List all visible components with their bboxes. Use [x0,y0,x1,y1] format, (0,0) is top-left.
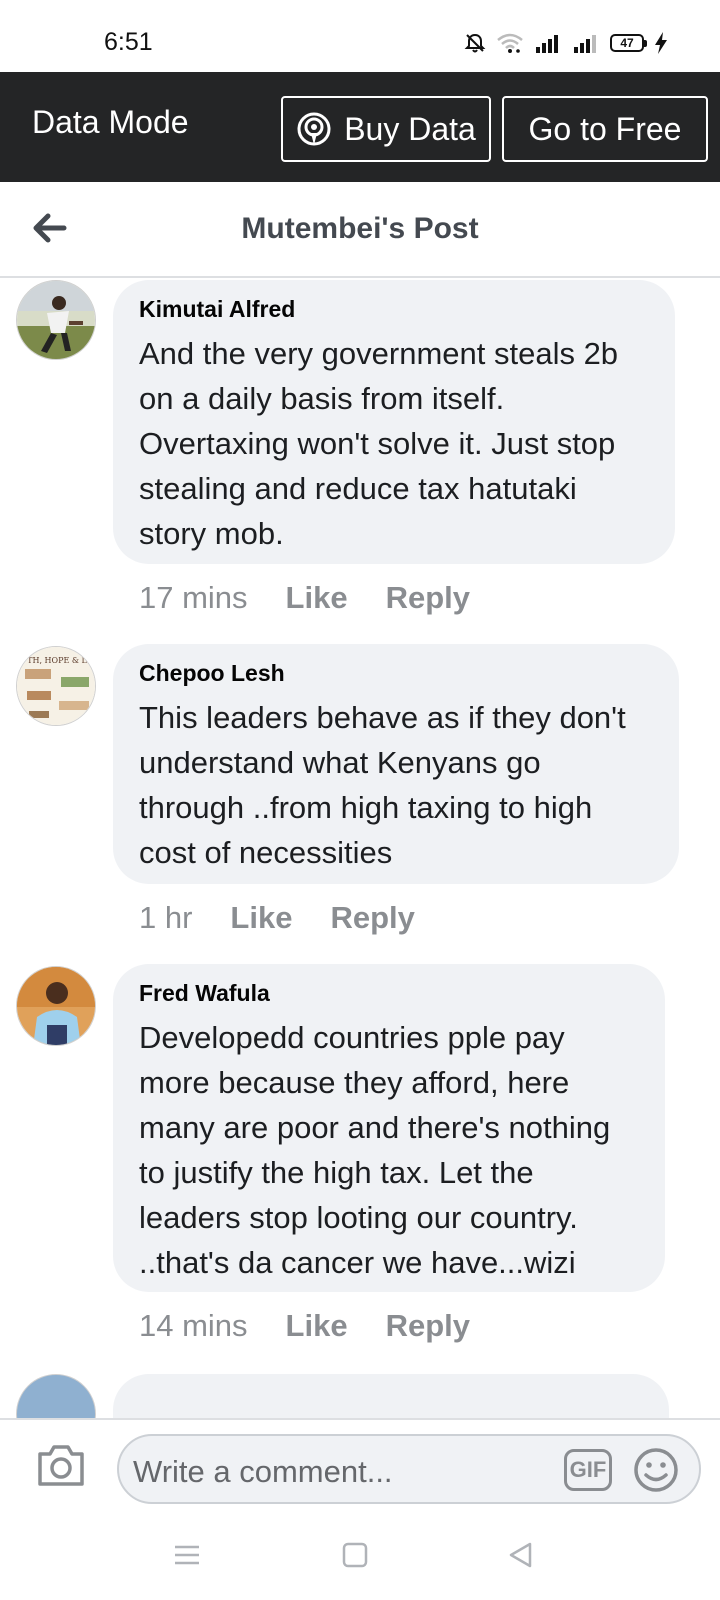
data-mode-bar: Data Mode Buy Data Go to Free [0,72,720,182]
comment-text: Developedd countries pple pay more becau… [139,1020,611,1280]
comment-author[interactable]: Chepoo Lesh [139,660,653,687]
signal-icon-1 [536,35,558,53]
comment-author[interactable]: Kimutai Alfred [139,296,649,323]
comment-time[interactable]: 17 mins [139,580,248,616]
system-nav-bar [0,1518,720,1600]
buy-data-label: Buy Data [344,110,476,147]
post-header: Mutembei's Post [0,182,720,278]
reply-button[interactable]: Reply [330,900,414,936]
menu-icon[interactable] [172,1540,202,1570]
comment-list[interactable]: Kimutai Alfred And the very government s… [0,280,720,1418]
status-icons: 47 [464,30,668,56]
comment-author[interactable]: Fred Wafula [139,980,639,1007]
status-time: 6:51 [104,28,153,56]
go-to-free-button[interactable]: Go to Free [502,96,708,162]
data-mode-label: Data Mode [32,104,189,140]
back-triangle-icon[interactable] [506,1540,536,1570]
comment-meta: 14 mins Like Reply [139,1308,470,1344]
broadcast-icon [297,112,331,146]
battery-indicator: 47 [610,34,647,52]
status-bar: 6:51 47 [0,0,720,72]
like-button[interactable]: Like [286,580,348,616]
reply-button[interactable]: Reply [386,1308,470,1344]
smiley-icon[interactable] [632,1446,680,1494]
comment-bubble[interactable] [113,1374,669,1418]
mute-bell-icon [464,33,486,53]
avatar[interactable] [16,280,96,360]
gif-button[interactable]: GIF [564,1449,612,1491]
like-button[interactable]: Like [286,1308,348,1344]
avatar-photo-icon [17,967,95,1045]
charging-icon [655,32,667,54]
avatar-photo-icon: TH, HOPE & L [17,647,95,725]
comment-time[interactable]: 14 mins [139,1308,248,1344]
camera-icon[interactable] [36,1442,86,1488]
comment-bubble[interactable]: Kimutai Alfred And the very government s… [113,280,675,564]
avatar[interactable] [16,1374,96,1418]
avatar[interactable] [16,966,96,1046]
avatar[interactable]: TH, HOPE & L [16,646,96,726]
comment-bubble[interactable]: Chepoo Lesh This leaders behave as if th… [113,644,679,884]
comment-text: And the very government steals 2b on a d… [139,336,619,551]
go-to-free-label: Go to Free [528,110,682,147]
comment-input[interactable]: Write a comment... GIF [117,1434,701,1504]
comment-meta: 1 hr Like Reply [139,900,415,936]
reply-button[interactable]: Reply [386,580,470,616]
comment-time[interactable]: 1 hr [139,900,192,936]
svg-text:TH, HOPE & L: TH, HOPE & L [27,656,87,665]
like-button[interactable]: Like [230,900,292,936]
comment-bubble[interactable]: Fred Wafula Developedd countries pple pa… [113,964,665,1292]
comment-composer: Write a comment... GIF [0,1418,720,1518]
avatar-photo-icon [17,281,95,359]
wifi-icon [497,33,523,53]
buy-data-button[interactable]: Buy Data [281,96,491,162]
comment-text: This leaders behave as if they don't und… [139,700,626,870]
home-icon[interactable] [340,1540,370,1570]
comment-meta: 17 mins Like Reply [139,580,470,616]
signal-icon-2 [574,35,596,53]
comment-placeholder: Write a comment... [133,1454,393,1489]
page-title: Mutembei's Post [241,212,479,245]
